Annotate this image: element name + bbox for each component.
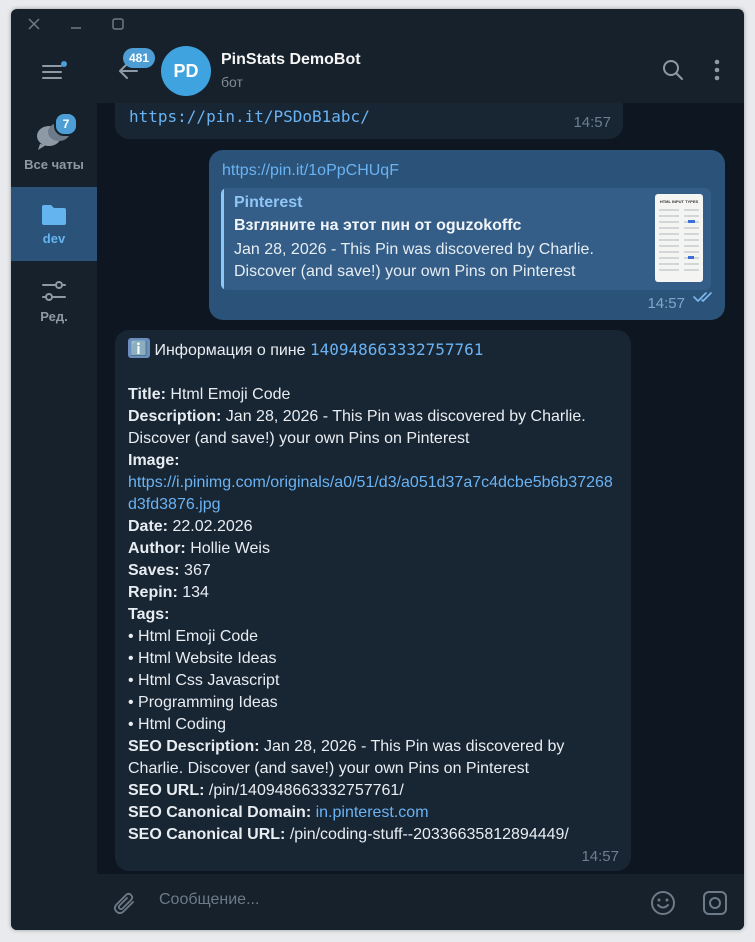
preview-description: Jan 28, 2026 - This Pin was discovered b… bbox=[234, 241, 594, 280]
date-value: 22.02.2026 bbox=[172, 518, 253, 535]
minimize-icon[interactable] bbox=[61, 9, 91, 39]
search-icon[interactable] bbox=[662, 59, 684, 86]
avatar[interactable]: PD bbox=[161, 46, 211, 96]
tag-item: • Html Emoji Code bbox=[128, 628, 259, 645]
field-label: SEO Canonical Domain: bbox=[128, 804, 312, 821]
menu-icon[interactable] bbox=[41, 61, 67, 81]
info-heading-line: ℹ️ Информация о пине 140948663332757761 bbox=[128, 338, 618, 362]
author-value: Hollie Weis bbox=[190, 540, 270, 557]
tag-item: • Html Website Ideas bbox=[128, 650, 277, 667]
folder-dev[interactable]: dev bbox=[11, 187, 97, 261]
info-emoji-icon: ℹ️ bbox=[128, 338, 150, 358]
preview-site-name: Pinterest bbox=[234, 194, 303, 211]
message-time: 14:57 bbox=[647, 295, 685, 312]
message-list[interactable]: https://pin.it/PSDoB1abc/ 14:57 https://… bbox=[97, 103, 744, 874]
repin-value: 134 bbox=[182, 584, 209, 601]
field-label: SEO Description: bbox=[128, 738, 260, 755]
folder-label: dev bbox=[42, 231, 66, 246]
paperclip-icon[interactable] bbox=[113, 891, 137, 920]
tag-item: • Programming Ideas bbox=[128, 694, 278, 711]
message-incoming[interactable]: https://pin.it/PSDoB1abc/ 14:57 bbox=[115, 103, 623, 139]
video-message-icon[interactable] bbox=[702, 890, 728, 921]
preview-title: Взгляните на этот пин от oguzokoffc bbox=[234, 217, 522, 234]
chat-header: 481 PD PinStats DemoBot бот bbox=[97, 39, 744, 103]
saves-value: 367 bbox=[184, 562, 211, 579]
message-time: 14:57 bbox=[581, 848, 619, 865]
message-time: 14:57 bbox=[573, 114, 611, 131]
tag-item: • Html Css Javascript bbox=[128, 672, 280, 689]
message-input[interactable]: Сообщение... bbox=[159, 891, 259, 909]
unread-badge: 7 bbox=[54, 112, 78, 136]
field-label: Description: bbox=[128, 408, 222, 425]
field-label: SEO URL: bbox=[128, 782, 205, 799]
read-checkmarks-icon bbox=[693, 290, 715, 308]
field-label: Saves: bbox=[128, 562, 180, 579]
pin-info-text: ℹ️ Информация о пине 140948663332757761 … bbox=[128, 338, 618, 846]
chat-subtitle: бот bbox=[221, 74, 243, 90]
preview-accent-bar bbox=[221, 188, 224, 290]
field-label: Author: bbox=[128, 540, 186, 557]
message-incoming-pin-info[interactable]: ℹ️ Информация о пине 140948663332757761 … bbox=[115, 330, 631, 871]
folder-label: Ред. bbox=[40, 309, 68, 324]
telegram-window: 7 Все чаты dev Ред. 481 PD PinStats Demo… bbox=[11, 9, 744, 930]
unread-count-badge: 481 bbox=[123, 48, 156, 68]
message-outgoing[interactable]: https://pin.it/1oPpCHUqF Pinterest Взгля… bbox=[209, 150, 725, 320]
folders-sidebar: 7 Все чаты dev Ред. bbox=[11, 39, 97, 930]
message-link[interactable]: https://pin.it/1oPpCHUqF bbox=[222, 162, 399, 180]
chat-pane: 481 PD PinStats DemoBot бот https://pin.… bbox=[97, 39, 744, 930]
preview-thumbnail[interactable]: HTML INPUT TYPES bbox=[655, 194, 703, 282]
field-label: Date: bbox=[128, 518, 169, 535]
field-label: Title: bbox=[128, 386, 166, 403]
title-value: Html Emoji Code bbox=[170, 386, 291, 403]
field-label: Tags: bbox=[128, 606, 170, 623]
chat-title[interactable]: PinStats DemoBot bbox=[221, 51, 361, 69]
field-label: Repin: bbox=[128, 584, 178, 601]
chat-bubbles-icon: 7 bbox=[34, 112, 78, 153]
seo-domain-link[interactable]: in.pinterest.com bbox=[316, 804, 429, 821]
folder-label: Все чаты bbox=[24, 157, 84, 172]
message-link[interactable]: https://pin.it/PSDoB1abc/ bbox=[129, 107, 370, 126]
folder-edit[interactable]: Ред. bbox=[11, 271, 97, 337]
link-preview[interactable]: Pinterest Взгляните на этот пин от oguzo… bbox=[221, 188, 711, 290]
tag-item: • Html Coding bbox=[128, 716, 227, 733]
maximize-icon[interactable] bbox=[103, 9, 133, 39]
sliders-icon bbox=[40, 277, 68, 305]
field-label: Image: bbox=[128, 452, 180, 469]
message-composer: Сообщение... bbox=[97, 874, 744, 930]
info-heading: Информация о пине bbox=[154, 342, 306, 359]
more-vertical-icon[interactable] bbox=[714, 59, 720, 86]
emoji-icon[interactable] bbox=[650, 890, 676, 921]
close-icon[interactable] bbox=[19, 9, 49, 39]
seo-canonical-url-value: /pin/coding-stuff--20336635812894449/ bbox=[289, 826, 569, 843]
seo-url-value: /pin/140948663332757761/ bbox=[208, 782, 404, 799]
field-label: SEO Canonical URL: bbox=[128, 826, 286, 843]
pin-id[interactable]: 140948663332757761 bbox=[310, 340, 483, 359]
folder-icon bbox=[40, 203, 68, 227]
image-url-link[interactable]: https://i.pinimg.com/originals/a0/51/d3/… bbox=[128, 472, 618, 516]
folder-all-chats[interactable]: 7 Все чаты bbox=[11, 111, 97, 181]
